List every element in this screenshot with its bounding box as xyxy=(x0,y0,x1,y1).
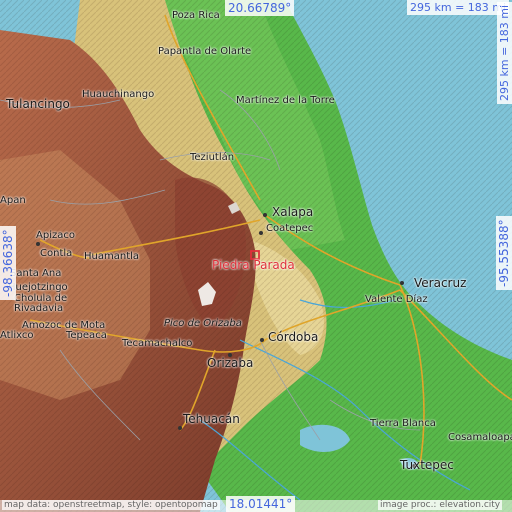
city-label: Tehuacán xyxy=(183,412,240,426)
city-label: Poza Rica xyxy=(172,10,220,21)
city-label: Valente Díaz xyxy=(365,294,428,305)
city-label: Huejotzingo xyxy=(8,282,68,293)
city-label: Córdoba xyxy=(268,330,319,344)
city-label: Cholula de Rivadavia xyxy=(14,293,68,314)
city-label: Apan xyxy=(0,195,26,206)
city-label: Atlixco xyxy=(0,330,34,341)
city-label: Tuxtepec xyxy=(400,458,454,472)
city-label: Xalapa xyxy=(272,205,314,219)
city-label: Huamantla xyxy=(84,251,140,262)
peak-label: Pico de Orizaba xyxy=(164,318,242,329)
city-label: Apizaco xyxy=(36,230,75,241)
city-label: Tulancingo xyxy=(6,97,70,111)
city-label: Papantla de Olarte xyxy=(158,46,252,57)
city-label: Contla xyxy=(40,248,73,259)
city-label: Teziutlán xyxy=(190,152,235,163)
city-label: Tepeaca xyxy=(66,330,107,341)
city-label: Santa Ana xyxy=(10,268,62,279)
city-label: Cosamaloapan xyxy=(448,432,512,443)
south-coordinate: 18.01441° xyxy=(226,496,296,512)
city-label: Tierra Blanca xyxy=(370,418,436,429)
terrain-map xyxy=(0,0,512,512)
city-label: Tecamachalco xyxy=(122,338,193,349)
city-label: Coatepec xyxy=(266,223,314,234)
city-label: Martínez de la Torre xyxy=(236,95,335,106)
credit-left: map data: openstreetmap, style: opentopo… xyxy=(2,500,220,510)
scale-top: 295 km = 183 mi xyxy=(407,0,510,15)
west-coordinate: -98.36638° xyxy=(0,226,16,300)
scale-right: 295 km = 183 mi xyxy=(497,1,512,104)
north-coordinate: 20.66789° xyxy=(225,0,295,16)
credit-right: image proc.: elevation.city xyxy=(378,500,503,510)
city-label: Huauchinango xyxy=(82,89,155,100)
city-label: Veracruz xyxy=(414,276,467,290)
highlight-label: Piedra Parada xyxy=(212,258,295,272)
east-coordinate: -95.55388° xyxy=(496,216,512,290)
city-label: Orizaba xyxy=(207,356,254,370)
